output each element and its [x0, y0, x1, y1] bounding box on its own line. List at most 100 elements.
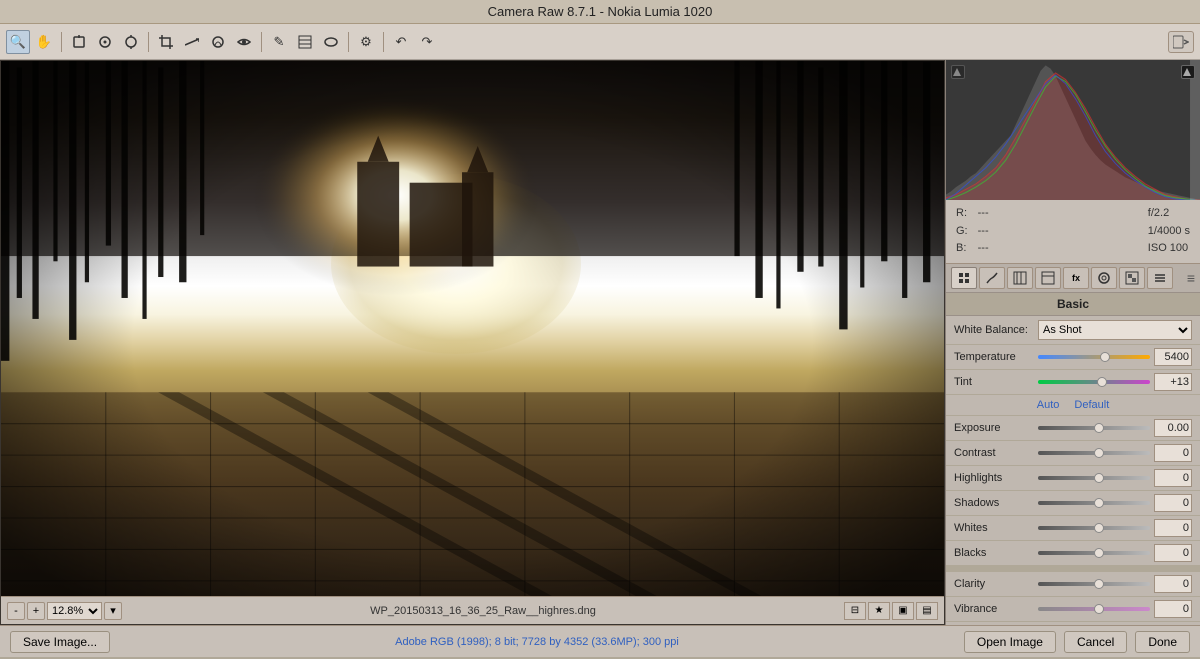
shadows-slider-area[interactable]: [1038, 495, 1150, 511]
color-sampler-tool[interactable]: [93, 30, 117, 54]
panel-list-icon[interactable]: ≡: [1187, 270, 1195, 286]
blacks-track: [1038, 551, 1150, 555]
highlights-thumb[interactable]: [1094, 473, 1104, 483]
highlights-value[interactable]: [1154, 469, 1192, 487]
targeted-adj-tool[interactable]: [119, 30, 143, 54]
whites-thumb[interactable]: [1094, 523, 1104, 533]
auto-link[interactable]: Auto: [1037, 399, 1060, 411]
vibrance-row: Vibrance: [946, 597, 1200, 622]
image-bottom-bar: - + 12.8% ▾ WP_20150313_16_36_25_Raw__hi…: [1, 596, 944, 624]
blacks-label: Blacks: [954, 547, 1034, 559]
blacks-thumb[interactable]: [1094, 548, 1104, 558]
auto-default-row: Auto Default: [946, 395, 1200, 416]
iso-value: ISO 100: [1148, 240, 1190, 258]
whites-value[interactable]: [1154, 519, 1192, 537]
exposure-value[interactable]: [1154, 419, 1192, 437]
contrast-thumb[interactable]: [1094, 448, 1104, 458]
whites-label: Whites: [954, 522, 1034, 534]
tab-detail[interactable]: [1007, 267, 1033, 289]
export-btn[interactable]: [1168, 31, 1194, 53]
done-button[interactable]: Done: [1135, 631, 1190, 653]
vibrance-value[interactable]: [1154, 600, 1192, 618]
hand-tool[interactable]: ✋: [32, 30, 56, 54]
default-link[interactable]: Default: [1074, 399, 1109, 411]
open-image-button[interactable]: Open Image: [964, 631, 1056, 653]
blacks-slider-area[interactable]: [1038, 545, 1150, 561]
clarity-thumb[interactable]: [1094, 579, 1104, 589]
clarity-slider-area[interactable]: [1038, 576, 1150, 592]
adj-brush-tool[interactable]: ✎: [267, 30, 291, 54]
tint-thumb[interactable]: [1097, 377, 1107, 387]
highlight-clipping-indicator[interactable]: [1181, 65, 1195, 79]
filter-btn[interactable]: ⊟: [844, 602, 866, 620]
vibrance-thumb[interactable]: [1094, 604, 1104, 614]
rotate-cw-btn[interactable]: ↷: [415, 30, 439, 54]
tab-basic[interactable]: [951, 267, 977, 289]
histogram-svg: [946, 60, 1200, 200]
white-balance-select[interactable]: As Shot Auto Daylight Cloudy Shade Tungs…: [1038, 320, 1192, 340]
straighten-tool[interactable]: [180, 30, 204, 54]
shadow-clipping-indicator[interactable]: [951, 65, 965, 79]
shadows-value[interactable]: [1154, 494, 1192, 512]
whites-slider-area[interactable]: [1038, 520, 1150, 536]
zoom-dropdown-btn[interactable]: ▾: [104, 602, 122, 620]
tab-hsl[interactable]: [1035, 267, 1061, 289]
file-info-link[interactable]: Adobe RGB (1998); 8 bit; 7728 by 4352 (3…: [118, 636, 956, 648]
shadows-thumb[interactable]: [1094, 498, 1104, 508]
whites-row: Whites: [946, 516, 1200, 541]
spot-removal-tool[interactable]: [206, 30, 230, 54]
tint-label: Tint: [954, 376, 1034, 388]
graduated-filter-tool[interactable]: [293, 30, 317, 54]
tab-presets[interactable]: [1147, 267, 1173, 289]
exposure-thumb[interactable]: [1094, 423, 1104, 433]
separator-3: [261, 32, 262, 52]
cancel-button[interactable]: Cancel: [1064, 631, 1127, 653]
highlights-track: [1038, 476, 1150, 480]
crop-tool[interactable]: [154, 30, 178, 54]
temperature-slider-area[interactable]: [1038, 349, 1150, 365]
tab-effects[interactable]: fx: [1063, 267, 1089, 289]
contrast-slider-area[interactable]: [1038, 445, 1150, 461]
contrast-value[interactable]: [1154, 444, 1192, 462]
tint-slider-area[interactable]: [1038, 374, 1150, 390]
tab-tone-curve[interactable]: [979, 267, 1005, 289]
image-panel[interactable]: - + 12.8% ▾ WP_20150313_16_36_25_Raw__hi…: [0, 60, 945, 625]
single-view-btn[interactable]: ▣: [892, 602, 914, 620]
separator-5: [383, 32, 384, 52]
separator-1: [61, 32, 62, 52]
b-value: ---: [978, 240, 1138, 258]
highlights-slider-area[interactable]: [1038, 470, 1150, 486]
blacks-value[interactable]: [1154, 544, 1192, 562]
multi-view-btn[interactable]: ▤: [916, 602, 938, 620]
aperture-value: f/2.2: [1148, 205, 1190, 223]
rotate-ccw-btn[interactable]: ↶: [389, 30, 413, 54]
zoom-tool[interactable]: 🔍: [6, 30, 30, 54]
wb-tool[interactable]: [67, 30, 91, 54]
zoom-select[interactable]: 12.8%: [47, 602, 102, 620]
filename-display: WP_20150313_16_36_25_Raw__highres.dng: [126, 605, 840, 617]
view-controls: ⊟ ★ ▣ ▤: [844, 602, 938, 620]
tint-row: Tint: [946, 370, 1200, 395]
clarity-value[interactable]: [1154, 575, 1192, 593]
temperature-value[interactable]: [1154, 348, 1192, 366]
tab-lens[interactable]: [1091, 267, 1117, 289]
clarity-label: Clarity: [954, 578, 1034, 590]
redeye-tool[interactable]: [232, 30, 256, 54]
preferences-tool[interactable]: ⚙: [354, 30, 378, 54]
tab-camera-cal[interactable]: [1119, 267, 1145, 289]
tint-value[interactable]: [1154, 373, 1192, 391]
zoom-increase-btn[interactable]: +: [27, 602, 45, 620]
vibrance-slider-area[interactable]: [1038, 601, 1150, 617]
zoom-decrease-btn[interactable]: -: [7, 602, 25, 620]
wb-label: White Balance:: [954, 324, 1034, 336]
radial-filter-tool[interactable]: [319, 30, 343, 54]
temperature-thumb[interactable]: [1100, 352, 1110, 362]
scene-svg: [1, 61, 944, 624]
save-image-button[interactable]: Save Image...: [10, 631, 110, 653]
exposure-slider-area[interactable]: [1038, 420, 1150, 436]
rate-btn[interactable]: ★: [868, 602, 890, 620]
highlights-label: Highlights: [954, 472, 1034, 484]
zoom-controls: - + 12.8% ▾: [7, 602, 122, 620]
histogram-area: [946, 60, 1200, 200]
temperature-track: [1038, 355, 1150, 359]
